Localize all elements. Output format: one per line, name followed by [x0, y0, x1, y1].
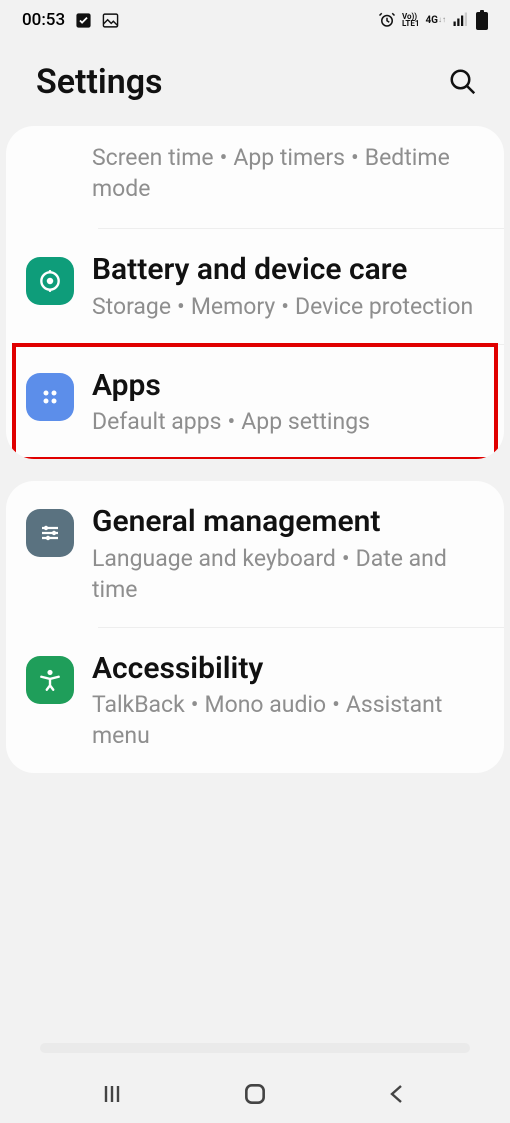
row-subtitle: Storage•Memory•Device protection — [92, 291, 484, 322]
row-title: Battery and device care — [92, 251, 484, 289]
network-4g-icon: 4G↓↑ — [425, 16, 446, 25]
separator-dot: • — [171, 293, 191, 320]
row-title: Apps — [92, 367, 484, 405]
settings-row-battery-device-care[interactable]: Battery and device care Storage•Memory•D… — [6, 229, 504, 344]
signal-icon — [452, 11, 470, 29]
separator-dot: • — [185, 691, 205, 718]
sub-part: Screen time — [92, 144, 214, 171]
back-icon — [386, 1082, 410, 1106]
sub-part: Memory — [191, 293, 275, 320]
settings-row-accessibility[interactable]: Accessibility TalkBack•Mono audio•Assist… — [6, 628, 504, 774]
sub-part: Language and keyboard — [92, 545, 336, 572]
row-title: General management — [92, 503, 484, 541]
home-icon — [242, 1081, 268, 1107]
battery-icon — [476, 10, 488, 30]
row-text: General management Language and keyboard… — [92, 503, 484, 605]
separator-dot: • — [336, 545, 356, 572]
row-title: Accessibility — [92, 650, 484, 688]
nav-back-button[interactable] — [378, 1074, 418, 1114]
nav-recents-button[interactable] — [92, 1074, 132, 1114]
alarm-icon — [378, 11, 396, 29]
row-subtitle: Language and keyboard•Date and time — [92, 543, 484, 605]
volte-icon: Vo))LTE1 — [402, 13, 420, 27]
page-title: Settings — [36, 62, 163, 102]
accessibility-icon — [26, 656, 74, 704]
search-icon — [448, 67, 478, 97]
row-text: Screen time•App timers•Bedtime mode — [92, 140, 484, 204]
separator-dot: • — [275, 293, 295, 320]
separator-dot: • — [345, 144, 365, 171]
row-text: Battery and device care Storage•Memory•D… — [92, 251, 484, 322]
general-management-icon — [26, 509, 74, 557]
separator-dot: • — [214, 144, 234, 171]
nav-home-button[interactable] — [235, 1074, 275, 1114]
search-button[interactable] — [446, 65, 480, 99]
recents-icon — [100, 1082, 124, 1106]
separator-dot: • — [222, 408, 242, 435]
sub-part: App settings — [241, 408, 370, 435]
sub-part: Device protection — [295, 293, 473, 320]
apps-icon — [26, 373, 74, 421]
status-left: 00:53 — [22, 10, 119, 30]
settings-card-2: General management Language and keyboard… — [6, 481, 504, 773]
sub-part: TalkBack — [92, 691, 185, 718]
separator-dot: • — [326, 691, 346, 718]
settings-card-1: Screen time•App timers•Bedtime mode Batt… — [6, 126, 504, 459]
navigation-bar — [0, 1065, 510, 1123]
status-time: 00:53 — [22, 10, 65, 30]
device-care-icon — [26, 257, 74, 305]
status-right: Vo))LTE1 4G↓↑ — [378, 10, 488, 30]
image-icon — [102, 12, 119, 29]
sub-part: Mono audio — [205, 691, 327, 718]
sub-part: Storage — [92, 293, 171, 320]
checkbox-icon — [75, 12, 92, 29]
row-subtitle: Default apps•App settings — [92, 406, 484, 437]
sub-part: Default apps — [92, 408, 222, 435]
settings-row-general-management[interactable]: General management Language and keyboard… — [6, 481, 504, 627]
scroll-indicator — [40, 1043, 470, 1053]
row-subtitle: TalkBack•Mono audio•Assistant menu — [92, 689, 484, 751]
settings-row-digital-wellbeing[interactable]: Screen time•App timers•Bedtime mode — [6, 126, 504, 228]
row-text: Apps Default apps•App settings — [92, 367, 484, 438]
status-bar: 00:53 Vo))LTE1 4G↓↑ — [0, 0, 510, 40]
row-text: Accessibility TalkBack•Mono audio•Assist… — [92, 650, 484, 752]
header: Settings — [0, 40, 510, 126]
sub-part: App timers — [233, 144, 345, 171]
row-subtitle: Screen time•App timers•Bedtime mode — [92, 142, 484, 204]
settings-row-apps[interactable]: Apps Default apps•App settings — [6, 345, 504, 460]
